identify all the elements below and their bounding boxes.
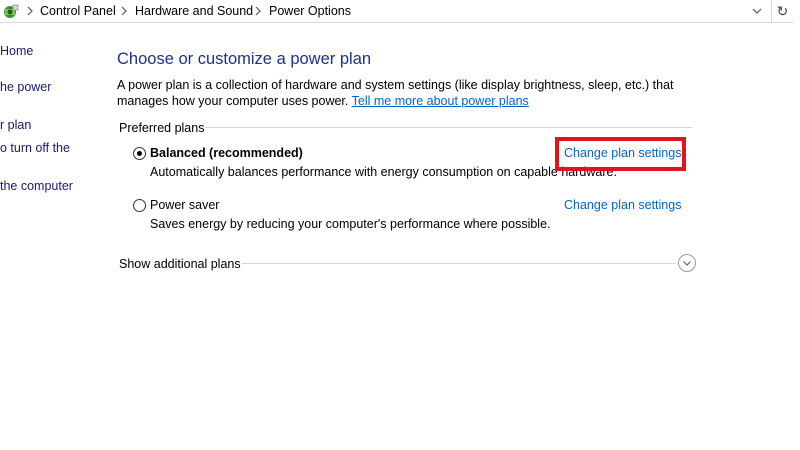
refresh-icon: ↻ (776, 2, 789, 19)
radio-selected-dot (137, 151, 142, 156)
show-additional-plans-label[interactable]: Show additional plans (119, 257, 241, 271)
sidebar-link-power-buttons[interactable]: he power (0, 80, 51, 94)
learn-more-link[interactable]: Tell me more about power plans (352, 94, 529, 108)
chevron-right-icon (27, 6, 33, 16)
plan-name-balanced[interactable]: Balanced (recommended) (150, 146, 303, 160)
chevron-right-icon (121, 6, 127, 16)
radio-balanced[interactable] (133, 147, 146, 160)
refresh-button[interactable]: ↻ (771, 0, 793, 23)
breadcrumb-control-panel[interactable]: Control Panel (40, 4, 116, 18)
sidebar-link-home[interactable]: Home (0, 44, 33, 58)
change-plan-settings-power-saver-link[interactable]: Change plan settings (564, 198, 681, 212)
change-plan-settings-balanced-link[interactable]: Change plan settings (564, 146, 681, 160)
group-divider (205, 127, 692, 128)
plan-name-power-saver[interactable]: Power saver (150, 198, 219, 212)
chevron-down-icon (683, 261, 691, 266)
page-description: A power plan is a collection of hardware… (117, 77, 707, 109)
page-title: Choose or customize a power plan (117, 50, 372, 68)
chevron-right-icon (255, 6, 261, 16)
chevron-down-icon[interactable] (750, 4, 764, 18)
sidebar-link-sleep[interactable]: the computer (0, 179, 73, 193)
additional-plans-divider (242, 263, 676, 264)
sidebar-link-create-plan[interactable]: r plan (0, 118, 31, 132)
address-bar[interactable]: Control Panel Hardware and Sound Power O… (0, 0, 771, 23)
plan-description-power-saver: Saves energy by reducing your computer's… (150, 217, 551, 231)
sidebar-link-display-off[interactable]: o turn off the (0, 141, 70, 155)
plan-description-balanced: Automatically balances performance with … (150, 165, 617, 179)
breadcrumb-hardware-and-sound[interactable]: Hardware and Sound (135, 4, 253, 18)
expand-additional-plans-button[interactable] (678, 254, 696, 272)
control-panel-icon (4, 4, 19, 18)
radio-power-saver[interactable] (133, 199, 146, 212)
preferred-plans-label: Preferred plans (119, 121, 205, 135)
breadcrumb-power-options[interactable]: Power Options (269, 4, 351, 18)
